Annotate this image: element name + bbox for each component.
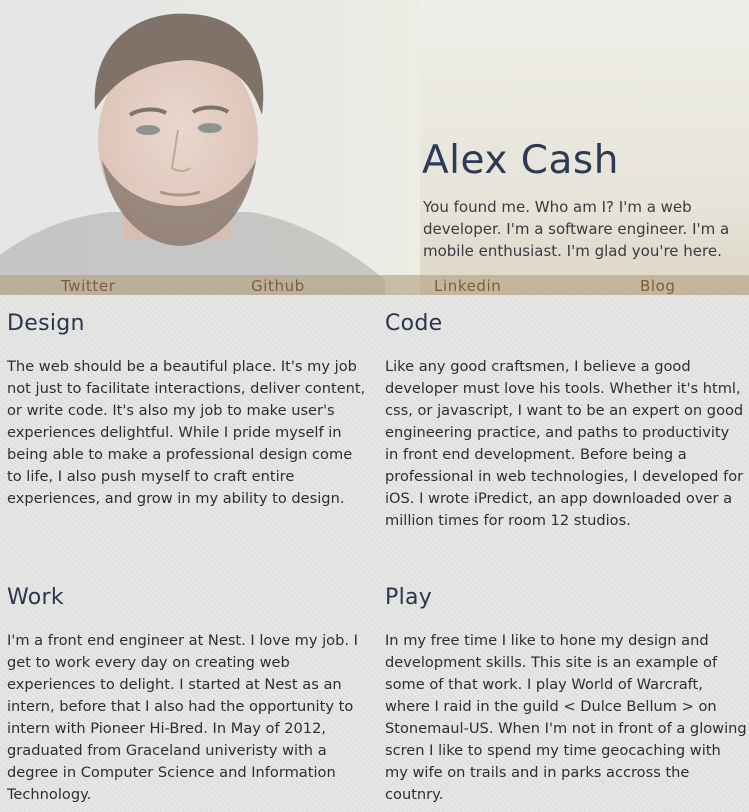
nav-link-blog[interactable]: Blog [640, 276, 676, 295]
section-work: Work I'm a front end engineer at Nest. I… [7, 585, 369, 803]
section-body-code: Like any good craftsmen, I believe a goo… [385, 358, 744, 529]
section-body-design: The web should be a beautiful place. It'… [7, 358, 366, 507]
section-code: Code Like any good craftsmen, I believe … [385, 311, 747, 529]
section-body-play: In my free time I like to hone my design… [385, 632, 747, 803]
section-heading-design: Design [7, 311, 85, 336]
social-nav: Twitter Github Linkedin Blog [0, 275, 749, 295]
profile-photo [0, 0, 420, 295]
nav-link-twitter[interactable]: Twitter [61, 276, 115, 295]
hero-header: Alex Cash You found me. Who am I? I'm a … [0, 0, 749, 295]
page-title: Alex Cash [422, 138, 619, 183]
section-heading-play: Play [385, 585, 433, 610]
nav-link-github[interactable]: Github [251, 276, 305, 295]
section-body-work: I'm a front end engineer at Nest. I love… [7, 632, 358, 803]
section-play: Play In my free time I like to hone my d… [385, 585, 747, 803]
section-design: Design The web should be a beautiful pla… [7, 311, 369, 507]
section-heading-code: Code [385, 311, 443, 336]
section-heading-work: Work [7, 585, 64, 610]
intro-tagline: You found me. Who am I? I'm a web develo… [423, 198, 730, 260]
nav-link-linkedin[interactable]: Linkedin [434, 276, 501, 295]
